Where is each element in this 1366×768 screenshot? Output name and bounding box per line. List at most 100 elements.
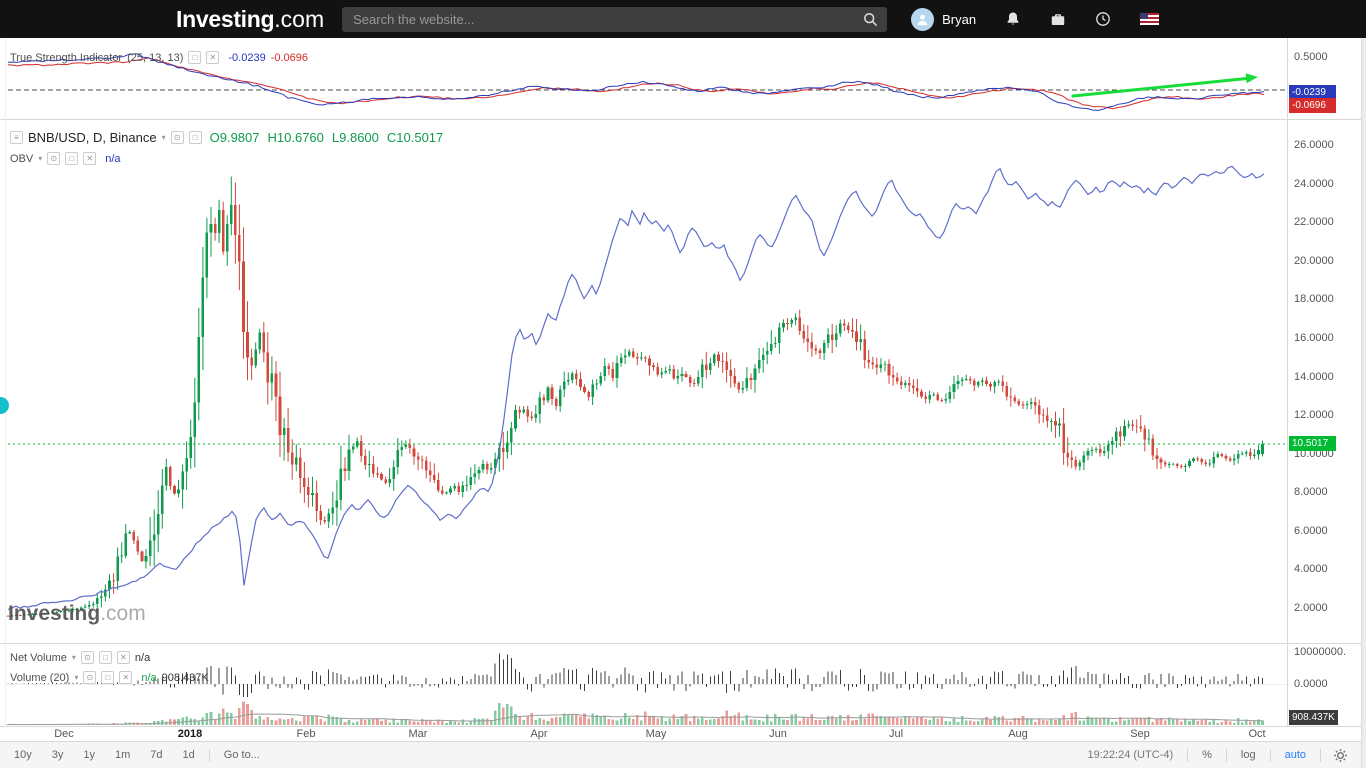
price-tick-label: 16.0000 <box>1294 331 1334 344</box>
net-volume-close-button[interactable]: ✕ <box>116 651 130 664</box>
obv-line <box>7 165 1265 611</box>
time-axis-label: Jun <box>769 728 787 740</box>
symbol-legend: ≡ BNB/USD, D, Binance ▾ ⊙ □ O9.9807 H10.… <box>10 130 443 145</box>
volume-badge: 908.437K <box>1289 709 1338 725</box>
search-icon[interactable] <box>863 12 878 27</box>
watermark-text: Investing <box>8 602 101 625</box>
price-tick-label: 18.0000 <box>1294 293 1334 306</box>
tsi-close-button[interactable]: ✕ <box>206 51 220 64</box>
range-10y-button[interactable]: 10y <box>4 742 42 768</box>
volume-ma-value: 908.437K <box>161 671 209 684</box>
candle-bodies-down <box>6 204 1252 617</box>
portfolio-briefcase-icon[interactable] <box>1050 12 1066 27</box>
net-volume-caret-icon: ▾ <box>71 653 76 662</box>
volume-title: Volume (20) <box>10 671 70 684</box>
price-tick-label: 4.0000 <box>1294 563 1328 576</box>
time-axis-label: Apr <box>530 728 548 740</box>
volume-settings-button[interactable]: □ <box>101 671 115 684</box>
range-3y-button[interactable]: 3y <box>42 742 74 768</box>
investing-logo[interactable]: Investing.com <box>176 5 325 32</box>
notifications-bell-icon[interactable] <box>1005 11 1021 27</box>
watermark-suffix: .com <box>100 602 146 625</box>
time-axis-label: Oct <box>1248 728 1266 740</box>
logo-text: Investing <box>176 5 275 32</box>
tsi-title: True Strength Indicator <box>10 51 123 64</box>
net-volume-settings-button[interactable]: □ <box>98 651 112 664</box>
volume-close-button[interactable]: ✕ <box>119 671 133 684</box>
user-icon <box>917 14 928 25</box>
ohlc-low: L9.8600 <box>331 130 379 145</box>
price-tick-label: 26.0000 <box>1294 139 1334 151</box>
price-tick-label: 22.0000 <box>1294 216 1334 229</box>
range-7d-button[interactable]: 7d <box>140 742 172 768</box>
tsi-red-badge: -0.0696 <box>1289 98 1336 113</box>
net-volume-title: Net Volume <box>10 651 67 664</box>
last-price-badge: 10.5017 <box>1289 436 1336 452</box>
range-1m-button[interactable]: 1m <box>105 742 140 768</box>
range-1d-button[interactable]: 1d <box>173 742 205 768</box>
toolbar-divider <box>1187 748 1189 762</box>
obv-close-button[interactable]: ✕ <box>83 152 97 165</box>
obv-value: n/a <box>105 152 121 165</box>
avatar <box>911 7 935 31</box>
range-1y-button[interactable]: 1y <box>73 742 105 768</box>
volume-visibility-button[interactable]: ⊙ <box>83 671 97 684</box>
language-flag-icon[interactable] <box>1140 13 1160 25</box>
percent-scale-button[interactable]: % <box>1194 749 1220 761</box>
net-volume-visibility-button[interactable]: ⊙ <box>80 651 94 664</box>
volume-tick-label: 0.0000 <box>1294 678 1328 690</box>
obv-title: OBV <box>10 152 34 165</box>
price-tick-label: 2.0000 <box>1294 602 1328 614</box>
site-search <box>342 6 888 32</box>
time-axis-label: Aug <box>1008 728 1028 740</box>
volume-ma-line <box>7 713 1263 726</box>
ohlc-close: C10.5017 <box>386 130 444 145</box>
volume-caret-icon: ▾ <box>74 673 79 682</box>
tsi-value-blue: -0.0239 <box>228 51 266 64</box>
toolbar-divider <box>1269 748 1271 762</box>
price-tick-label: 24.0000 <box>1294 177 1334 190</box>
time-axis-label: 2018 <box>177 728 203 740</box>
net-volume-legend: Net Volume ▾ ⊙ □ ✕ n/a <box>10 651 150 664</box>
market-clock-icon[interactable] <box>1095 11 1111 27</box>
tsi-tick-label: 0.5000 <box>1294 51 1328 63</box>
symbol-visibility-button[interactable]: ⊙ <box>170 131 184 144</box>
search-input[interactable] <box>351 10 858 28</box>
price-tick-label: 8.0000 <box>1294 486 1328 499</box>
time-axis-label: Jul <box>888 728 904 740</box>
toolbar-divider <box>1225 748 1227 762</box>
trend-arrow-annotation <box>1071 76 1251 98</box>
symbol-settings-button[interactable]: □ <box>188 131 202 144</box>
scrollbar[interactable] <box>1361 38 1366 768</box>
utc-clock-label[interactable]: 19:22:24 (UTC-4) <box>1080 749 1182 761</box>
goto-button[interactable]: Go to... <box>214 742 270 768</box>
time-axis-label: Sep <box>1130 728 1150 740</box>
tsi-indicator-legend: True Strength Indicator (25, 13, 13) □ ✕… <box>10 51 308 64</box>
price-tick-label: 14.0000 <box>1294 370 1334 383</box>
investing-watermark: Investing.com <box>8 602 146 626</box>
net-volume-value: n/a <box>134 651 151 664</box>
price-tick-label: 20.0000 <box>1294 254 1334 267</box>
trend-arrow-head <box>1245 73 1258 84</box>
tsi-params: (25, 13, 13) <box>127 51 184 64</box>
toolbar-divider <box>1320 748 1321 762</box>
price-tick-label: 12.0000 <box>1294 409 1334 422</box>
ohlc-high: H10.6760 <box>267 130 324 145</box>
volume-tick-label: 10000000. <box>1294 646 1346 658</box>
top-navigation-bar: Investing.com Bryan <box>0 0 1366 38</box>
user-menu[interactable]: Bryan <box>911 7 977 31</box>
symbol-title[interactable]: BNB/USD, D, Binance <box>28 130 157 145</box>
obv-visibility-button[interactable]: ⊙ <box>47 152 61 165</box>
chart-settings-gear-icon[interactable] <box>1327 748 1354 763</box>
pane-collapse-icon[interactable]: ≡ <box>10 131 23 144</box>
user-name: Bryan <box>942 11 977 27</box>
logo-suffix: .com <box>274 5 325 32</box>
range-buttons-group: 10y 3y 1y 1m 7d 1d Go to... <box>0 742 270 768</box>
auto-scale-button[interactable]: auto <box>1277 749 1314 761</box>
obv-settings-button[interactable]: □ <box>65 152 79 165</box>
time-axis-label: Dec <box>54 728 74 740</box>
us-flag <box>1140 13 1160 25</box>
tsi-settings-button[interactable]: □ <box>188 51 202 64</box>
time-axis-label: Feb <box>296 728 316 740</box>
log-scale-button[interactable]: log <box>1233 749 1264 761</box>
